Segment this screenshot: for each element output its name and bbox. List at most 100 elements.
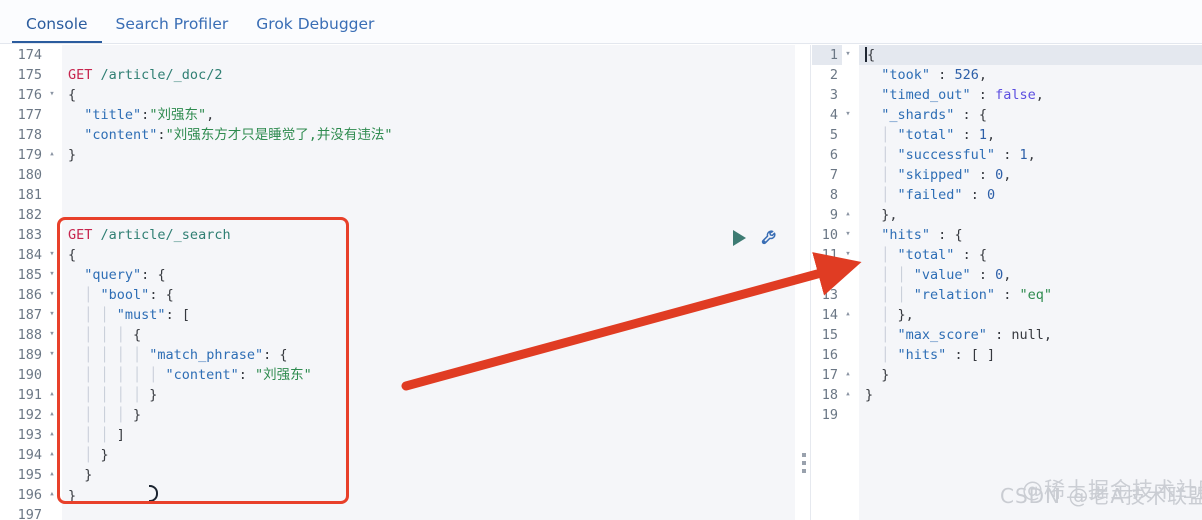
line-number[interactable]: 197	[0, 505, 46, 520]
fold-close-icon[interactable]: ▴	[843, 365, 853, 385]
fold-open-icon[interactable]: ▾	[47, 265, 57, 285]
fold-open-icon[interactable]: ▾	[843, 45, 853, 65]
line-number[interactable]: 189 ▾	[0, 345, 55, 365]
fold-open-icon[interactable]: ▾	[47, 285, 57, 305]
line-number[interactable]: 194 ▴	[0, 445, 55, 465]
line-number[interactable]: 10 ▾	[812, 225, 851, 245]
code-line[interactable]	[62, 185, 795, 205]
line-number[interactable]: 191 ▴	[0, 385, 55, 405]
line-number[interactable]: 5	[812, 125, 842, 145]
line-number[interactable]: 6	[812, 145, 842, 165]
line-number[interactable]: 184 ▾	[0, 245, 55, 265]
line-number[interactable]: 183	[0, 225, 46, 245]
line-number[interactable]: 178	[0, 125, 46, 145]
code-line[interactable]: GET /article/_search	[62, 225, 795, 245]
line-number[interactable]: 185 ▾	[0, 265, 55, 285]
code-line[interactable]: │ "max_score" : null,	[859, 325, 1202, 345]
code-line[interactable]: │ │ ]	[62, 425, 795, 445]
wrench-icon[interactable]	[760, 228, 780, 248]
line-number[interactable]: 175	[0, 65, 46, 85]
line-number[interactable]: 8	[812, 185, 842, 205]
response-pane[interactable]: 1 ▾ 2 3 4 ▾ 5 6 7 8 9 ▴ 10 ▾ 11 ▾ 12 13 14 ▴ 15 16 17 ▴ 18 ▴ 19 { …	[812, 45, 1202, 520]
line-number[interactable]: 12	[812, 265, 842, 285]
code-line[interactable]	[62, 205, 795, 225]
fold-close-icon[interactable]: ▴	[47, 425, 57, 445]
tab-grok-debugger[interactable]: Grok Debugger	[242, 16, 388, 44]
response-code[interactable]: { "took" : 526, "timed_out" : false, "_s…	[859, 45, 1202, 520]
line-number[interactable]: 179 ▴	[0, 145, 55, 165]
line-number[interactable]: 2	[812, 65, 842, 85]
line-number[interactable]: 196 ▴	[0, 485, 55, 505]
line-number[interactable]: 19	[812, 405, 842, 425]
code-line[interactable]: {	[62, 245, 795, 265]
line-number[interactable]: 15	[812, 325, 842, 345]
line-number[interactable]: 186 ▾	[0, 285, 55, 305]
line-number[interactable]: 3	[812, 85, 842, 105]
line-number[interactable]: 14 ▴	[812, 305, 851, 325]
line-number[interactable]: 7	[812, 165, 842, 185]
tab-console[interactable]: Console	[12, 16, 102, 43]
code-line[interactable]: │ "successful" : 1,	[859, 145, 1202, 165]
line-number[interactable]: 18 ▴	[812, 385, 851, 405]
fold-open-icon[interactable]: ▾	[47, 85, 57, 105]
code-line[interactable]: │ │ │ │ │ "content": "刘强东"	[62, 365, 795, 385]
code-line[interactable]: }	[62, 484, 795, 505]
line-number[interactable]: 1 ▾	[812, 45, 851, 65]
line-number[interactable]: 174	[0, 45, 46, 65]
code-line[interactable]: }	[859, 385, 1202, 405]
line-number[interactable]: 180	[0, 165, 46, 185]
line-number[interactable]: 16	[812, 345, 842, 365]
fold-close-icon[interactable]: ▴	[843, 205, 853, 225]
code-line[interactable]: │ │ │ │ "match_phrase": {	[62, 345, 795, 365]
code-line[interactable]: "query": {	[62, 265, 795, 285]
request-pane[interactable]: 174 175 176 ▾ 177 178 179 ▴ 180 181 182 183 184 ▾ 185 ▾…	[0, 45, 795, 520]
request-gutter[interactable]: 174 175 176 ▾ 177 178 179 ▴ 180 181 182 183 184 ▾ 185 ▾…	[0, 45, 62, 520]
code-line[interactable]: "timed_out" : false,	[859, 85, 1202, 105]
fold-close-icon[interactable]: ▴	[47, 405, 57, 425]
code-line[interactable]: │ "total" : {	[859, 245, 1202, 265]
code-line[interactable]: │ "bool": {	[62, 285, 795, 305]
code-line[interactable]: │ │ "value" : 0,	[859, 265, 1202, 285]
line-number[interactable]: 190	[0, 365, 46, 385]
code-line[interactable]: │ }	[62, 445, 795, 465]
fold-close-icon[interactable]: ▴	[843, 385, 853, 405]
fold-open-icon[interactable]: ▾	[843, 225, 853, 245]
code-line[interactable]: │ │ │ }	[62, 405, 795, 425]
code-line[interactable]: │ │ │ │ }	[62, 385, 795, 405]
tab-search-profiler[interactable]: Search Profiler	[102, 16, 243, 44]
line-number[interactable]: 17 ▴	[812, 365, 851, 385]
play-icon[interactable]	[733, 230, 746, 246]
code-line[interactable]: │ │ "relation" : "eq"	[859, 285, 1202, 305]
line-number[interactable]: 176 ▾	[0, 85, 55, 105]
code-line[interactable]	[62, 165, 795, 185]
code-line[interactable]: │ "total" : 1,	[859, 125, 1202, 145]
line-number[interactable]: 182	[0, 205, 46, 225]
fold-open-icon[interactable]: ▾	[843, 245, 853, 265]
line-number[interactable]: 4 ▾	[812, 105, 851, 125]
fold-close-icon[interactable]: ▴	[47, 385, 57, 405]
code-line[interactable]: │ "failed" : 0	[859, 185, 1202, 205]
line-number[interactable]: 11 ▾	[812, 245, 851, 265]
code-line[interactable]: │ },	[859, 305, 1202, 325]
fold-open-icon[interactable]: ▾	[47, 325, 57, 345]
line-number[interactable]: 192 ▴	[0, 405, 55, 425]
code-line[interactable]: }	[62, 145, 795, 165]
code-line[interactable]: }	[859, 365, 1202, 385]
fold-close-icon[interactable]: ▴	[47, 445, 57, 465]
fold-open-icon[interactable]: ▾	[47, 245, 57, 265]
code-line[interactable]: {	[62, 85, 795, 105]
fold-close-icon[interactable]: ▴	[843, 305, 853, 325]
request-code[interactable]: GET /article/_doc/2{ "title":"刘强东", "con…	[62, 45, 795, 520]
line-number[interactable]: 187 ▾	[0, 305, 55, 325]
line-number[interactable]: 9 ▴	[812, 205, 851, 225]
fold-close-icon[interactable]: ▴	[47, 465, 57, 485]
code-line[interactable]: GET /article/_doc/2	[62, 65, 795, 85]
code-line[interactable]	[62, 45, 795, 65]
fold-open-icon[interactable]: ▾	[843, 105, 853, 125]
code-line[interactable]: "hits" : {	[859, 225, 1202, 245]
line-number[interactable]: 13	[812, 285, 842, 305]
code-line[interactable]: {	[859, 45, 1202, 65]
code-line[interactable]: "title":"刘强东",	[62, 105, 795, 125]
code-line[interactable]: │ │ │ {	[62, 325, 795, 345]
code-line[interactable]	[62, 505, 795, 520]
